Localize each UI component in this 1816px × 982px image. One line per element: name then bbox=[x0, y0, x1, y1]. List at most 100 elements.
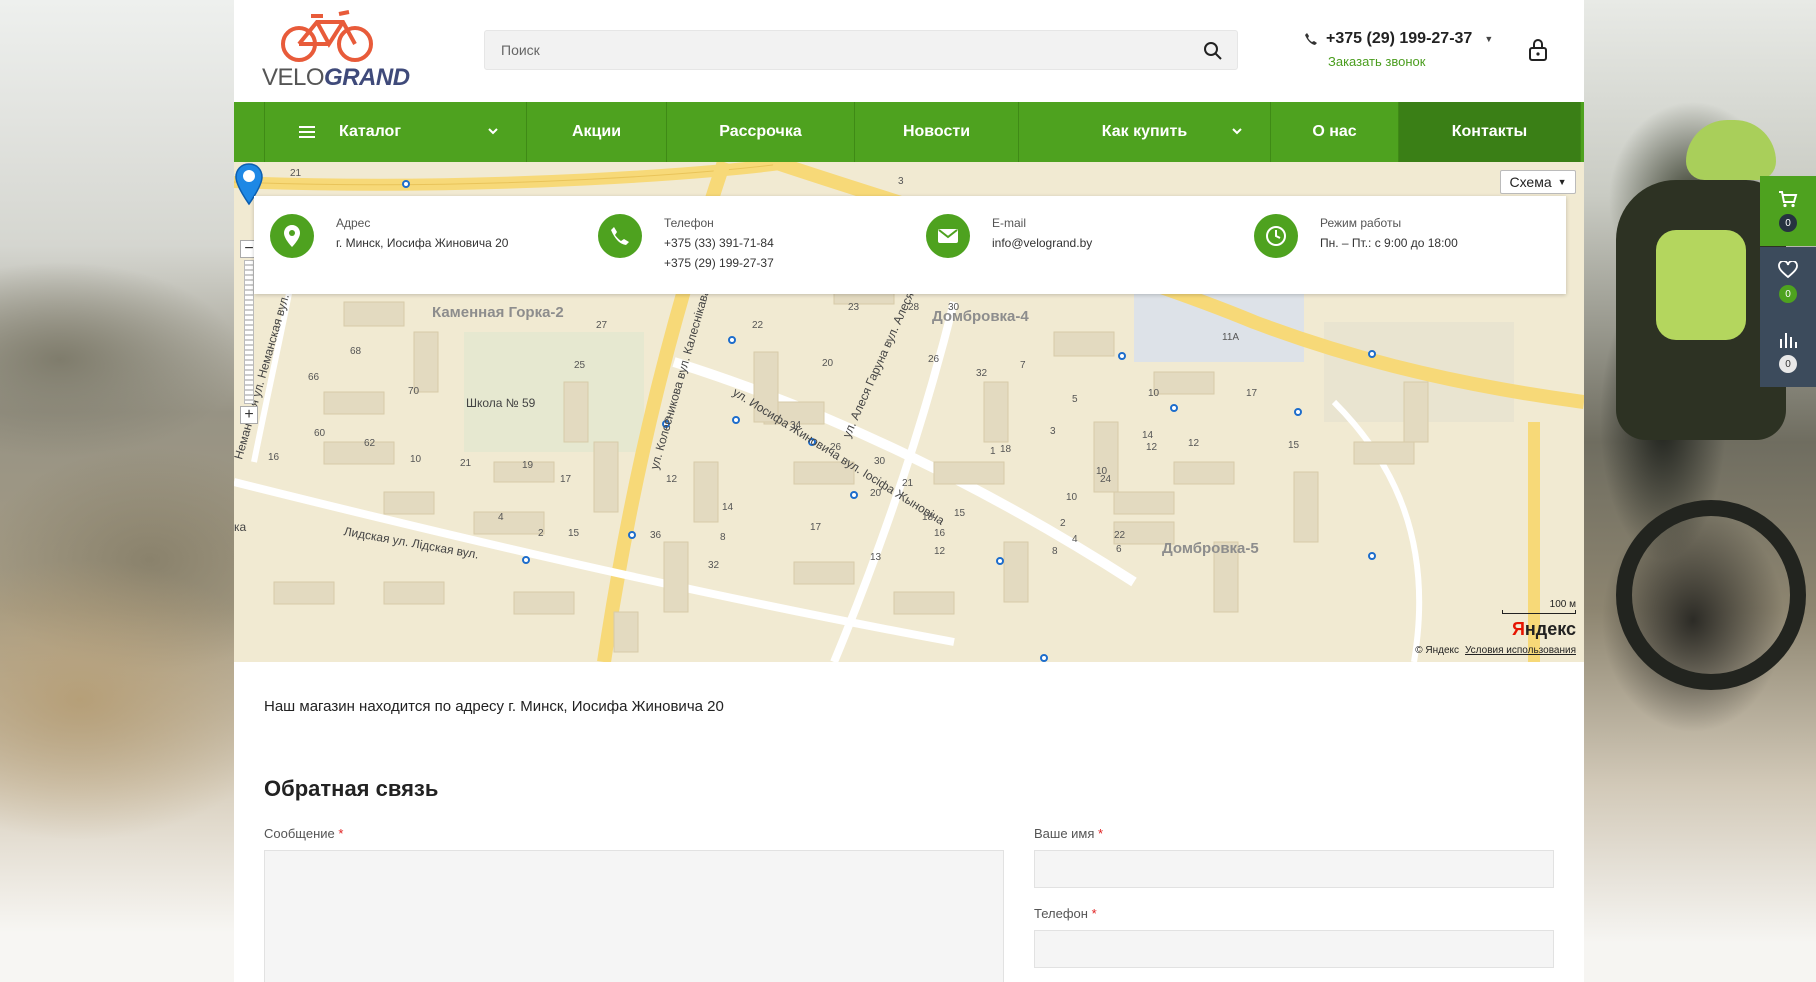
house-number: 21 bbox=[290, 168, 302, 179]
house-number: 32 bbox=[976, 368, 988, 379]
contact-value: Пн. – Пт.: с 9:00 до 18:00 bbox=[1320, 236, 1458, 250]
cart-count-badge: 0 bbox=[1779, 214, 1797, 232]
contact-value[interactable]: +375 (29) 199-27-37 bbox=[664, 256, 910, 270]
house-number: 68 bbox=[350, 346, 362, 357]
heart-icon bbox=[1778, 261, 1798, 279]
house-number: 3 bbox=[898, 176, 904, 187]
nav-item-label: Акции bbox=[571, 123, 622, 140]
house-number: 20 bbox=[822, 358, 834, 369]
map-type-select[interactable]: Схема ▼ bbox=[1500, 170, 1576, 194]
house-number: 10 bbox=[1096, 466, 1108, 477]
house-number: 3 bbox=[1050, 426, 1056, 437]
name-field[interactable] bbox=[1034, 850, 1554, 888]
district-label: Каменная Горка-2 bbox=[432, 304, 564, 321]
compare-count-badge: 0 bbox=[1779, 355, 1797, 373]
contact-label: E-mail bbox=[992, 216, 1027, 230]
phone-number[interactable]: +375 (29) 199-27-37 ▼ bbox=[1304, 30, 1493, 48]
nav-item-news[interactable]: Новости bbox=[855, 102, 1019, 162]
house-number: 15 bbox=[1288, 440, 1300, 451]
house-number: 12 bbox=[1188, 438, 1200, 449]
house-number: 28 bbox=[908, 302, 920, 313]
house-number: 22 bbox=[1114, 530, 1126, 541]
background-right bbox=[1583, 0, 1816, 982]
house-number: 22 bbox=[752, 320, 764, 331]
house-number: 25 bbox=[574, 360, 586, 371]
logo-text: VELOGRAND bbox=[262, 64, 410, 91]
contact-label: Телефон bbox=[664, 216, 714, 230]
house-number: 15 bbox=[568, 528, 580, 539]
message-field[interactable] bbox=[264, 850, 1004, 982]
nav-item-how-to-buy[interactable]: Как купить bbox=[1019, 102, 1271, 162]
house-number: 66 bbox=[308, 372, 320, 383]
house-number: 34 bbox=[790, 420, 802, 431]
feedback-title: Обратная связь bbox=[264, 776, 439, 801]
map-type-label: Схема bbox=[1509, 174, 1552, 190]
compare-widget[interactable]: 0 bbox=[1760, 317, 1816, 387]
house-number: 17 bbox=[1246, 388, 1258, 399]
house-number: 32 bbox=[708, 560, 720, 571]
house-number: 18 bbox=[922, 512, 934, 523]
house-number: 12 bbox=[666, 474, 678, 485]
house-number: 12 bbox=[934, 546, 946, 557]
house-number: 10 bbox=[1066, 492, 1078, 503]
search-placeholder: Поиск bbox=[501, 42, 540, 58]
lock-icon[interactable] bbox=[1526, 38, 1550, 62]
house-number: 2 bbox=[1060, 518, 1066, 529]
contact-email: E-mail info@velogrand.by bbox=[910, 196, 1238, 294]
house-number: 8 bbox=[720, 532, 726, 543]
map-copyright: © Яндекс Условия использования bbox=[1415, 645, 1576, 656]
nav-item-contacts[interactable]: Контакты bbox=[1399, 102, 1581, 162]
nav-item-label: Новости bbox=[902, 123, 971, 140]
location-icon bbox=[270, 214, 314, 258]
house-number: 60 bbox=[314, 428, 326, 439]
phone-field[interactable] bbox=[1034, 930, 1554, 968]
site-logo[interactable]: VELOGRAND bbox=[262, 8, 410, 92]
nav-item-installments[interactable]: Рассрочка bbox=[667, 102, 855, 162]
contact-value[interactable]: info@velogrand.by bbox=[992, 236, 1238, 250]
contact-label: Режим работы bbox=[1320, 216, 1402, 230]
terms-link[interactable]: Условия использования bbox=[1465, 645, 1576, 656]
contact-value[interactable]: +375 (33) 391-71-84 bbox=[664, 236, 910, 250]
menu-icon bbox=[299, 126, 315, 138]
contact-label: Адрес bbox=[336, 216, 371, 230]
house-number: 8 bbox=[1052, 546, 1058, 557]
zoom-in-button[interactable]: + bbox=[240, 406, 258, 424]
school-label: Школа № 59 bbox=[466, 396, 536, 410]
house-number: 15 bbox=[954, 508, 966, 519]
search-input[interactable]: Поиск bbox=[484, 30, 1238, 70]
zoom-slider[interactable] bbox=[244, 260, 254, 404]
bike-wheel bbox=[1616, 500, 1806, 690]
house-number: 30 bbox=[948, 302, 960, 313]
house-number: 14 bbox=[1142, 430, 1154, 441]
house-number: 23 bbox=[848, 302, 860, 313]
contact-phone: Телефон +375 (33) 391-71-84 +375 (29) 19… bbox=[582, 196, 910, 294]
nav-item-label: Контакты bbox=[1451, 123, 1528, 140]
nav-item-label: Как купить bbox=[1101, 123, 1188, 140]
bicycle-logo-icon bbox=[281, 10, 373, 62]
header: VELOGRAND Поиск +375 (29) 199-27-37 ▼ За… bbox=[234, 0, 1584, 102]
callback-link[interactable]: Заказать звонок bbox=[1328, 54, 1493, 69]
house-number: 10 bbox=[1148, 388, 1160, 399]
favorites-widget[interactable]: 0 bbox=[1760, 247, 1816, 317]
phone-icon bbox=[598, 214, 642, 258]
house-number: 6 bbox=[1116, 544, 1122, 555]
caret-down-icon: ▼ bbox=[1557, 177, 1567, 187]
phone-dropdown-icon[interactable]: ▼ bbox=[1484, 34, 1493, 44]
nav-item-promotions[interactable]: Акции bbox=[527, 102, 667, 162]
house-number: 14 bbox=[722, 502, 734, 513]
chevron-down-icon bbox=[1232, 128, 1242, 135]
main-nav: Каталог Акции Рассрочка Новости Как купи… bbox=[234, 102, 1584, 162]
nav-item-about[interactable]: О нас bbox=[1271, 102, 1399, 162]
nav-item-catalog[interactable]: Каталог bbox=[264, 102, 527, 162]
house-number: 17 bbox=[810, 522, 822, 533]
contact-address: Адрес г. Минск, Иосифа Жиновича 20 bbox=[254, 196, 582, 294]
favorites-count-badge: 0 bbox=[1779, 285, 1797, 303]
house-number: 16 bbox=[268, 452, 280, 463]
district-label: Домбровка-5 bbox=[1162, 540, 1259, 557]
house-number: 21 bbox=[902, 478, 914, 489]
yandex-logo: Яндекс bbox=[1511, 619, 1576, 639]
search-icon[interactable] bbox=[1203, 41, 1223, 61]
cart-widget[interactable]: 0 bbox=[1760, 176, 1816, 246]
message-label: Сообщение * bbox=[264, 826, 344, 841]
phone-icon bbox=[1305, 33, 1317, 45]
